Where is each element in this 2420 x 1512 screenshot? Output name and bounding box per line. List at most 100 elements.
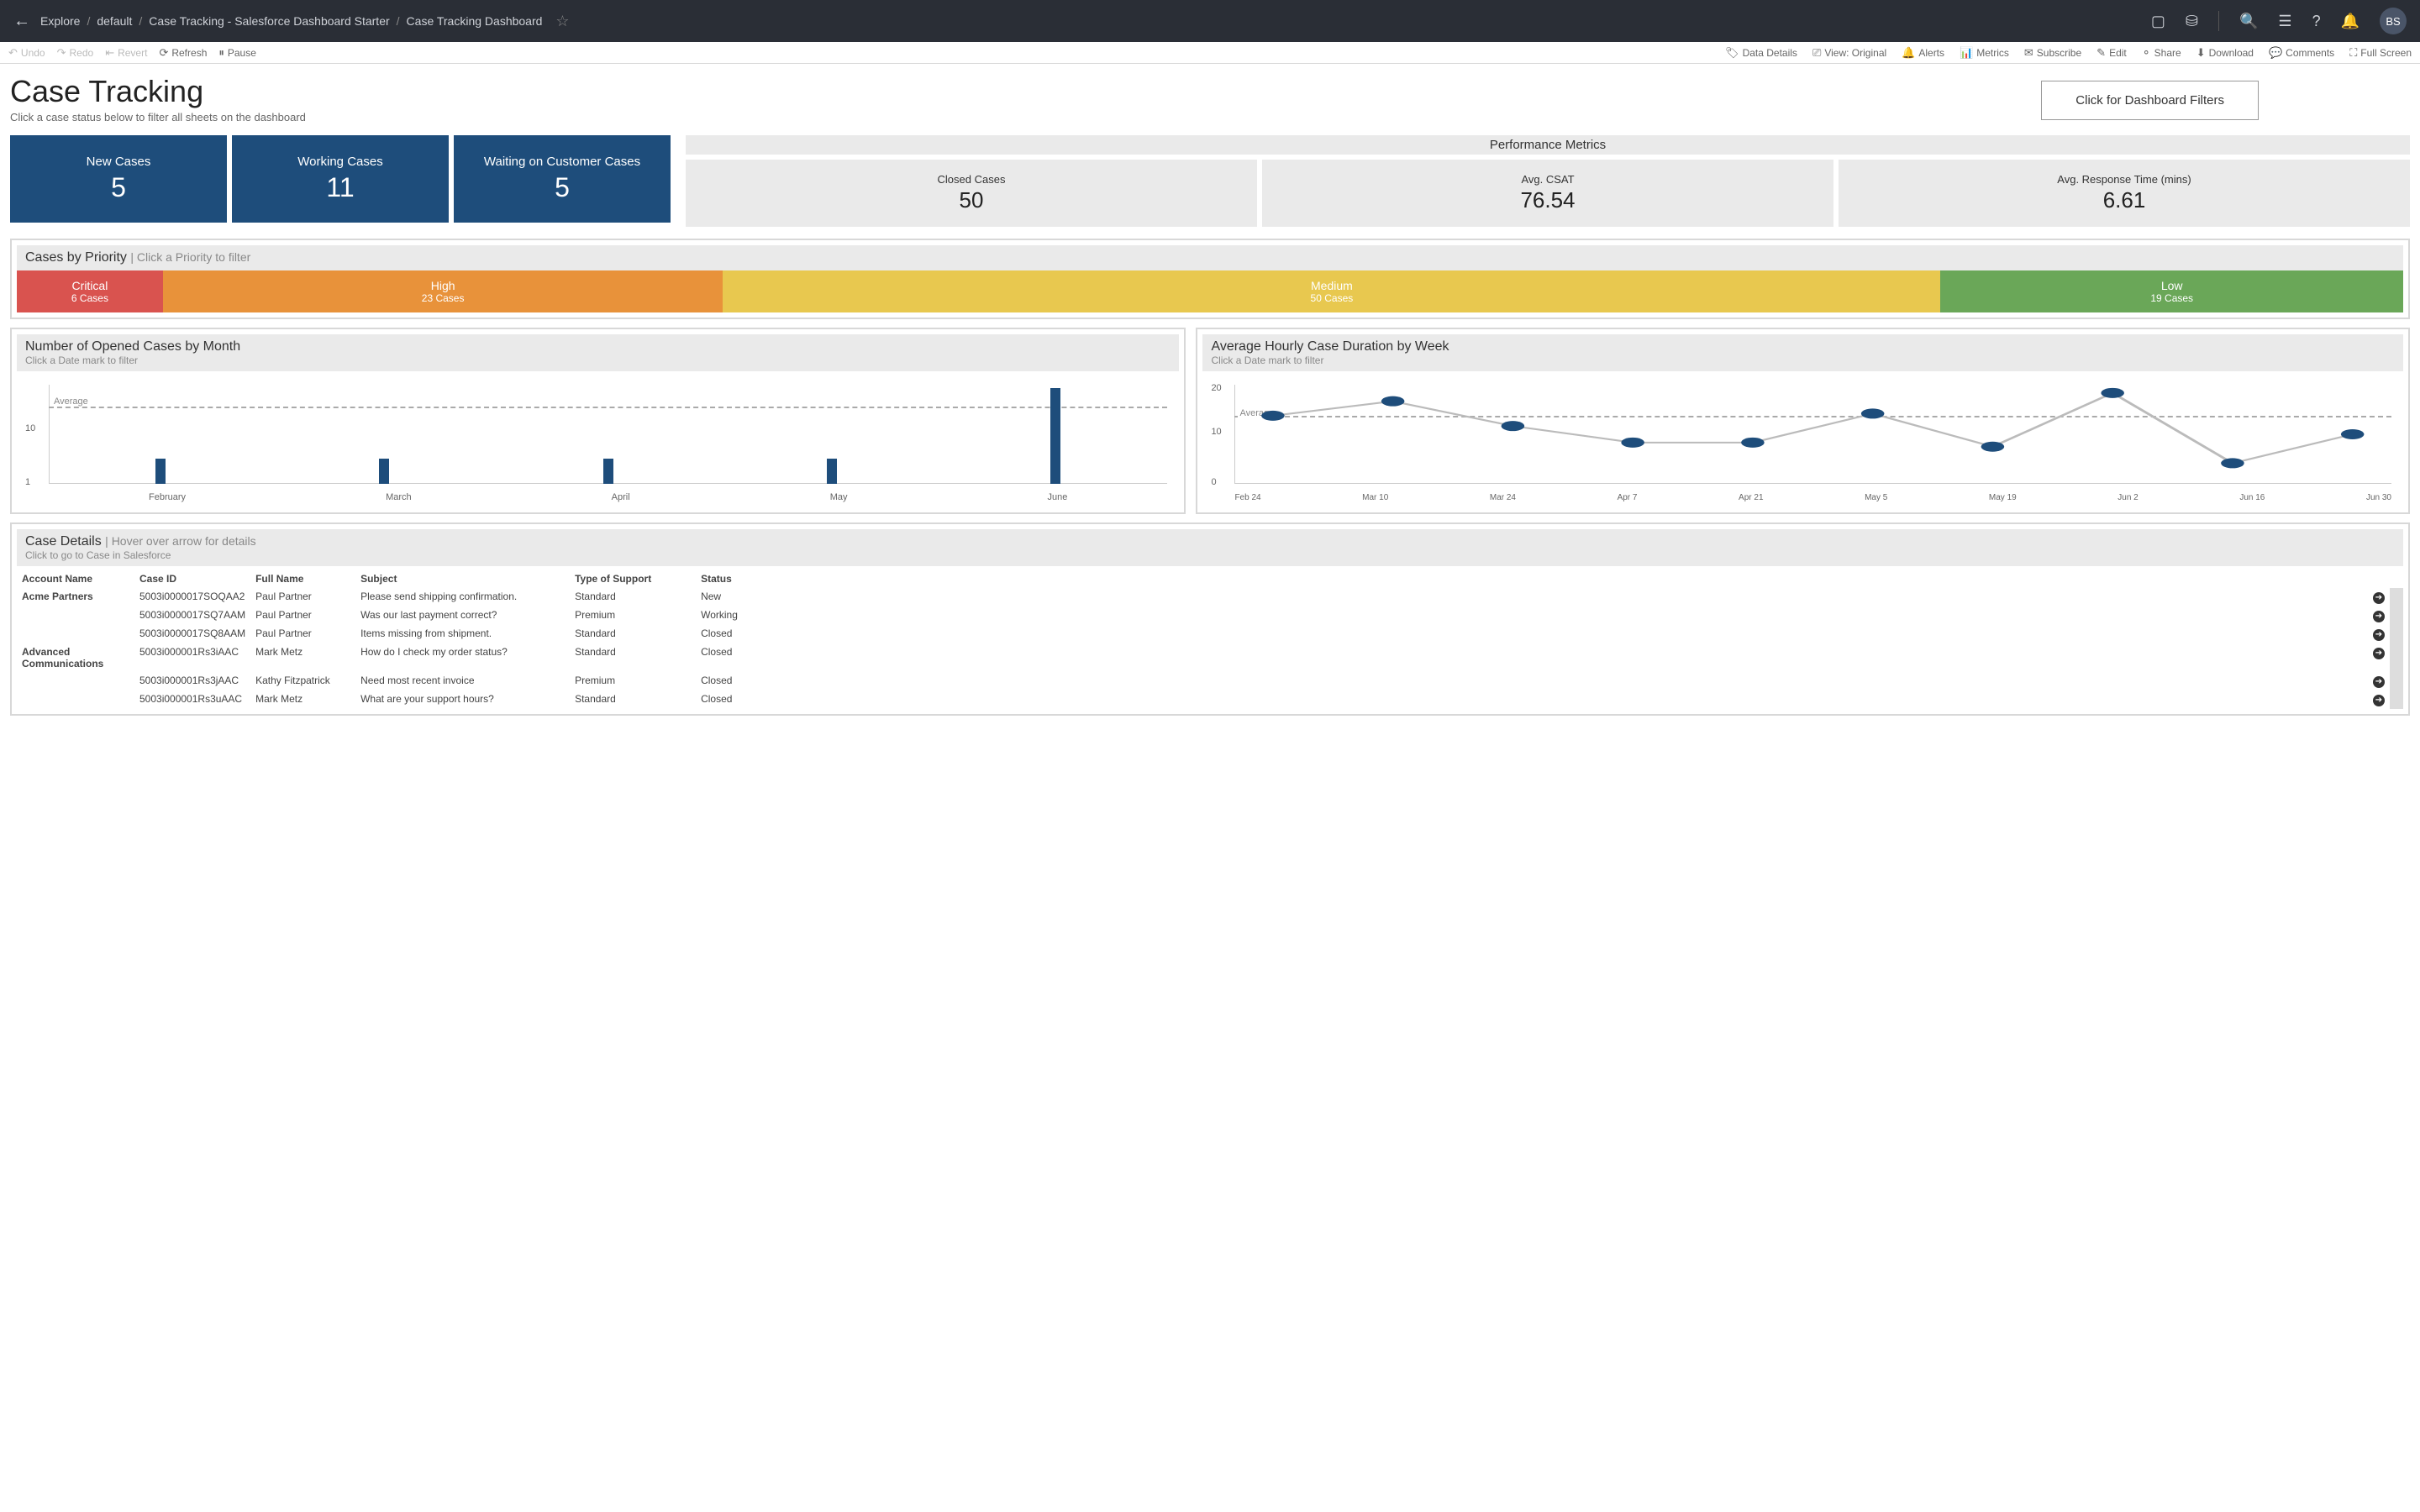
undo-button[interactable]: ↶Undo [8,46,45,60]
line-point[interactable] [2341,429,2365,439]
cell-fullname: Kathy Fitzpatrick [250,672,355,690]
perf-avg-response-time[interactable]: Avg. Response Time (mins) 6.61 [1839,160,2410,227]
kpi-new-cases[interactable]: New Cases 5 [10,135,227,223]
bar-xlabel: February [149,492,186,502]
edit-button[interactable]: ✎Edit [2096,46,2127,60]
search-icon[interactable]: 🔍 [2239,13,2258,30]
cell-support: Standard [570,588,696,606]
cell-subject: Items missing from shipment. [355,625,570,643]
arrow-right-icon[interactable]: ➔ [2373,676,2385,688]
redo-button[interactable]: ↷Redo [57,46,94,60]
fullscreen-button[interactable]: ⛶Full Screen [2349,46,2412,60]
table-row[interactable]: 5003i000001Rs3jAACKathy FitzpatrickNeed … [17,672,2403,690]
notifications-icon[interactable]: 🔔 [2341,13,2360,30]
col-status: Status [696,570,2255,588]
arrow-right-icon[interactable]: ➔ [2373,629,2385,641]
bar-march[interactable] [379,459,389,485]
cell-account [17,672,134,690]
bar-may[interactable] [827,459,837,485]
download-button[interactable]: ⬇Download [2196,46,2254,60]
line-xlabel: Apr 21 [1739,493,1763,502]
line-point[interactable] [2222,458,2245,468]
bar-chart-subtitle: Click a Date mark to filter [25,354,1171,366]
line-point[interactable] [1861,408,1885,418]
kpi-waiting-cases[interactable]: Waiting on Customer Cases 5 [454,135,671,223]
line-point[interactable] [2102,388,2125,398]
dashboard-subtitle: Click a case status below to filter all … [10,111,306,123]
bar-april[interactable] [603,459,613,485]
details-subtitle: Click to go to Case in Salesforce [25,549,2395,561]
divider [2218,11,2219,31]
breadcrumb-workbook[interactable]: Case Tracking - Salesforce Dashboard Sta… [149,14,389,28]
priority-critical[interactable]: Critical 6 Cases [17,270,163,312]
cell-caseid: 5003i0000017SOQAA2 [134,588,250,606]
breadcrumb-default[interactable]: default [97,14,132,28]
dashboard-filters-button[interactable]: Click for Dashboard Filters [2041,81,2259,120]
kpi-working-cases[interactable]: Working Cases 11 [232,135,449,223]
list-icon[interactable]: ☰ [2278,13,2291,30]
refresh-button[interactable]: ⟳Refresh [159,46,207,60]
col-account: Account Name [17,570,134,588]
cell-status: Working [696,606,2255,625]
comments-button[interactable]: 💬Comments [2269,46,2334,60]
line-point[interactable] [1742,438,1765,448]
device-icon[interactable]: ▢ [2151,13,2165,30]
pause-button[interactable]: ⏸Pause [218,46,256,60]
priority-medium[interactable]: Medium 50 Cases [723,270,1940,312]
line-chart[interactable]: 20 10 0 Average Feb 24Mar 10Mar 24Apr 7A… [1207,378,2398,504]
line-point[interactable] [1381,396,1405,407]
line-xlabel: Feb 24 [1234,493,1260,502]
metrics-button[interactable]: 📊Metrics [1960,46,2009,60]
cell-status: Closed [696,672,2255,690]
data-source-icon[interactable]: ⛁ [2186,13,2198,30]
bar-chart[interactable]: 10 1 Average FebruaryMarchAprilMayJune [22,378,1174,504]
breadcrumb-current: Case Tracking Dashboard [407,14,543,28]
bar-xlabel: March [386,492,412,502]
line-point[interactable] [1502,421,1525,431]
back-arrow-icon[interactable]: ← [13,12,30,31]
line-point[interactable] [1981,442,2005,452]
cell-status: Closed [696,643,2255,672]
alerts-button[interactable]: 🔔Alerts [1902,46,1944,60]
priority-low[interactable]: Low 19 Cases [1940,270,2403,312]
cell-status: Closed [696,625,2255,643]
cell-status: Closed [696,690,2255,709]
revert-button[interactable]: ⇤Revert [105,46,147,60]
favorite-star-icon[interactable]: ☆ [555,13,569,30]
line-point[interactable] [1262,411,1286,421]
line-point[interactable] [1622,438,1645,448]
priority-high[interactable]: High 23 Cases [163,270,723,312]
table-row[interactable]: 5003i0000017SQ7AAMPaul PartnerWas our la… [17,606,2403,625]
bar-xlabel: June [1048,492,1068,502]
arrow-right-icon[interactable]: ➔ [2373,592,2385,604]
scrollbar[interactable] [2390,588,2403,709]
line-ytick-0: 0 [1211,477,1216,487]
perf-avg-csat[interactable]: Avg. CSAT 76.54 [1262,160,1833,227]
arrow-right-icon[interactable]: ➔ [2373,648,2385,659]
cell-caseid: 5003i0000017SQ8AAM [134,625,250,643]
arrow-right-icon[interactable]: ➔ [2373,695,2385,706]
table-row[interactable]: Acme Partners5003i0000017SOQAA2Paul Part… [17,588,2403,606]
cell-support: Standard [570,625,696,643]
help-icon[interactable]: ? [2312,13,2321,30]
table-row[interactable]: 5003i000001Rs3uAACMark MetzWhat are your… [17,690,2403,709]
breadcrumb: Explore / default / Case Tracking - Sale… [40,13,2151,30]
user-avatar[interactable]: BS [2380,8,2407,34]
bar-ytick-1: 1 [25,477,30,487]
table-row[interactable]: Advanced Communications5003i000001Rs3iAA… [17,643,2403,672]
case-details-table: Account Name Case ID Full Name Subject T… [17,570,2403,709]
cell-caseid: 5003i000001Rs3uAAC [134,690,250,709]
data-details-button[interactable]: 🏷Data Details [1725,46,1797,60]
share-button[interactable]: ⚬Share [2142,46,2181,60]
table-row[interactable]: 5003i0000017SQ8AAMPaul PartnerItems miss… [17,625,2403,643]
cell-support: Standard [570,690,696,709]
arrow-right-icon[interactable]: ➔ [2373,611,2385,622]
bar-february[interactable] [155,459,166,485]
subscribe-button[interactable]: ✉Subscribe [2024,46,2081,60]
perf-closed-cases[interactable]: Closed Cases 50 [686,160,1257,227]
priority-panel-title: Cases by Priority | Click a Priority to … [25,250,250,265]
breadcrumb-explore[interactable]: Explore [40,14,80,28]
view-button[interactable]: ⎚View: Original [1812,46,1886,60]
bar-june[interactable] [1050,388,1060,484]
bar-chart-title: Number of Opened Cases by Month [25,339,1171,354]
